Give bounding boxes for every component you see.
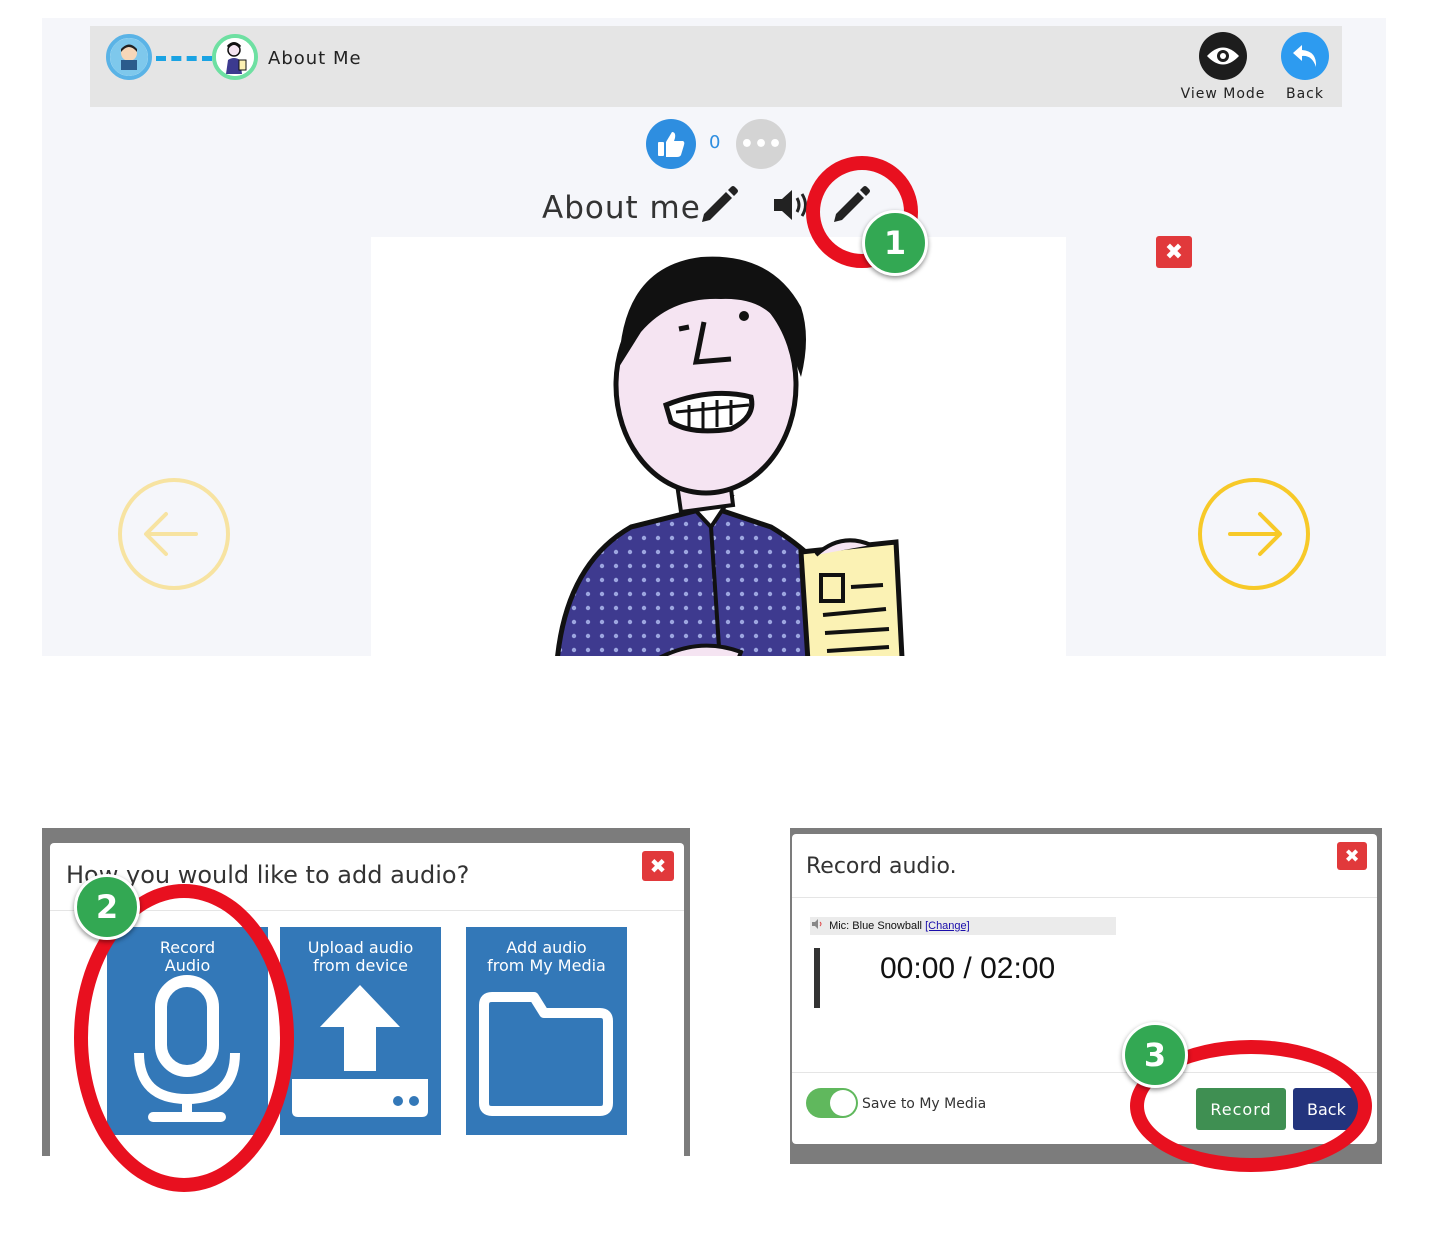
my-media-option[interactable]: Add audio from My Media <box>466 927 627 1135</box>
upload-icon <box>292 985 428 1117</box>
folder-icon <box>479 992 613 1116</box>
speaker-icon <box>812 917 826 935</box>
close-icon[interactable]: ✖ <box>1337 842 1367 870</box>
book-page-editor: About Me View Mode Back 0 ••• About me ✖ <box>42 18 1386 656</box>
like-count: 0 <box>709 132 721 153</box>
save-to-my-media-toggle[interactable] <box>806 1088 858 1118</box>
dialog-title: Record audio. <box>806 854 957 879</box>
pencil-icon[interactable] <box>698 184 740 228</box>
view-mode-label: View Mode <box>1180 86 1266 102</box>
back-label: Back <box>1286 86 1324 102</box>
ellipsis-icon[interactable]: ••• <box>736 119 786 169</box>
option-label: Upload audio from device <box>307 938 414 975</box>
page-title: About me <box>542 190 701 226</box>
mic-label: Mic: Blue Snowball <box>829 920 922 932</box>
step-badge-1: 1 <box>862 210 928 276</box>
thumbs-up-icon[interactable] <box>646 119 696 169</box>
save-to-my-media-label: Save to My Media <box>862 1096 987 1112</box>
back-button[interactable]: Back <box>1270 32 1340 102</box>
page-avatar-icon[interactable] <box>212 34 258 80</box>
header-bar: About Me View Mode Back <box>90 26 1342 107</box>
upload-audio-option[interactable]: Upload audio from device <box>280 927 441 1135</box>
mic-selector: Mic: Blue Snowball [Change] <box>810 917 1116 935</box>
audio-level-meter <box>814 948 820 1008</box>
step-badge-2: 2 <box>74 874 140 940</box>
eye-icon <box>1199 32 1247 80</box>
close-icon[interactable]: ✖ <box>1156 236 1192 268</box>
arrow-left-circle-icon[interactable] <box>118 478 230 590</box>
view-mode-button[interactable]: View Mode <box>1178 32 1268 102</box>
option-label: Add audio from My Media <box>487 938 606 975</box>
breadcrumb-connector <box>156 56 212 61</box>
page-illustration <box>371 237 1066 656</box>
record-timer: 00:00 / 02:00 <box>880 952 1056 985</box>
arrow-right-circle-icon[interactable] <box>1198 478 1310 590</box>
undo-arrow-icon <box>1281 32 1329 80</box>
step-badge-3: 3 <box>1122 1022 1188 1088</box>
mic-change-link[interactable]: [Change] <box>925 920 970 932</box>
close-icon[interactable]: ✖ <box>642 851 674 881</box>
student-avatar-icon[interactable] <box>106 34 152 80</box>
breadcrumb-title[interactable]: About Me <box>268 48 362 69</box>
toggle-knob <box>830 1090 856 1116</box>
divider <box>792 897 1377 898</box>
